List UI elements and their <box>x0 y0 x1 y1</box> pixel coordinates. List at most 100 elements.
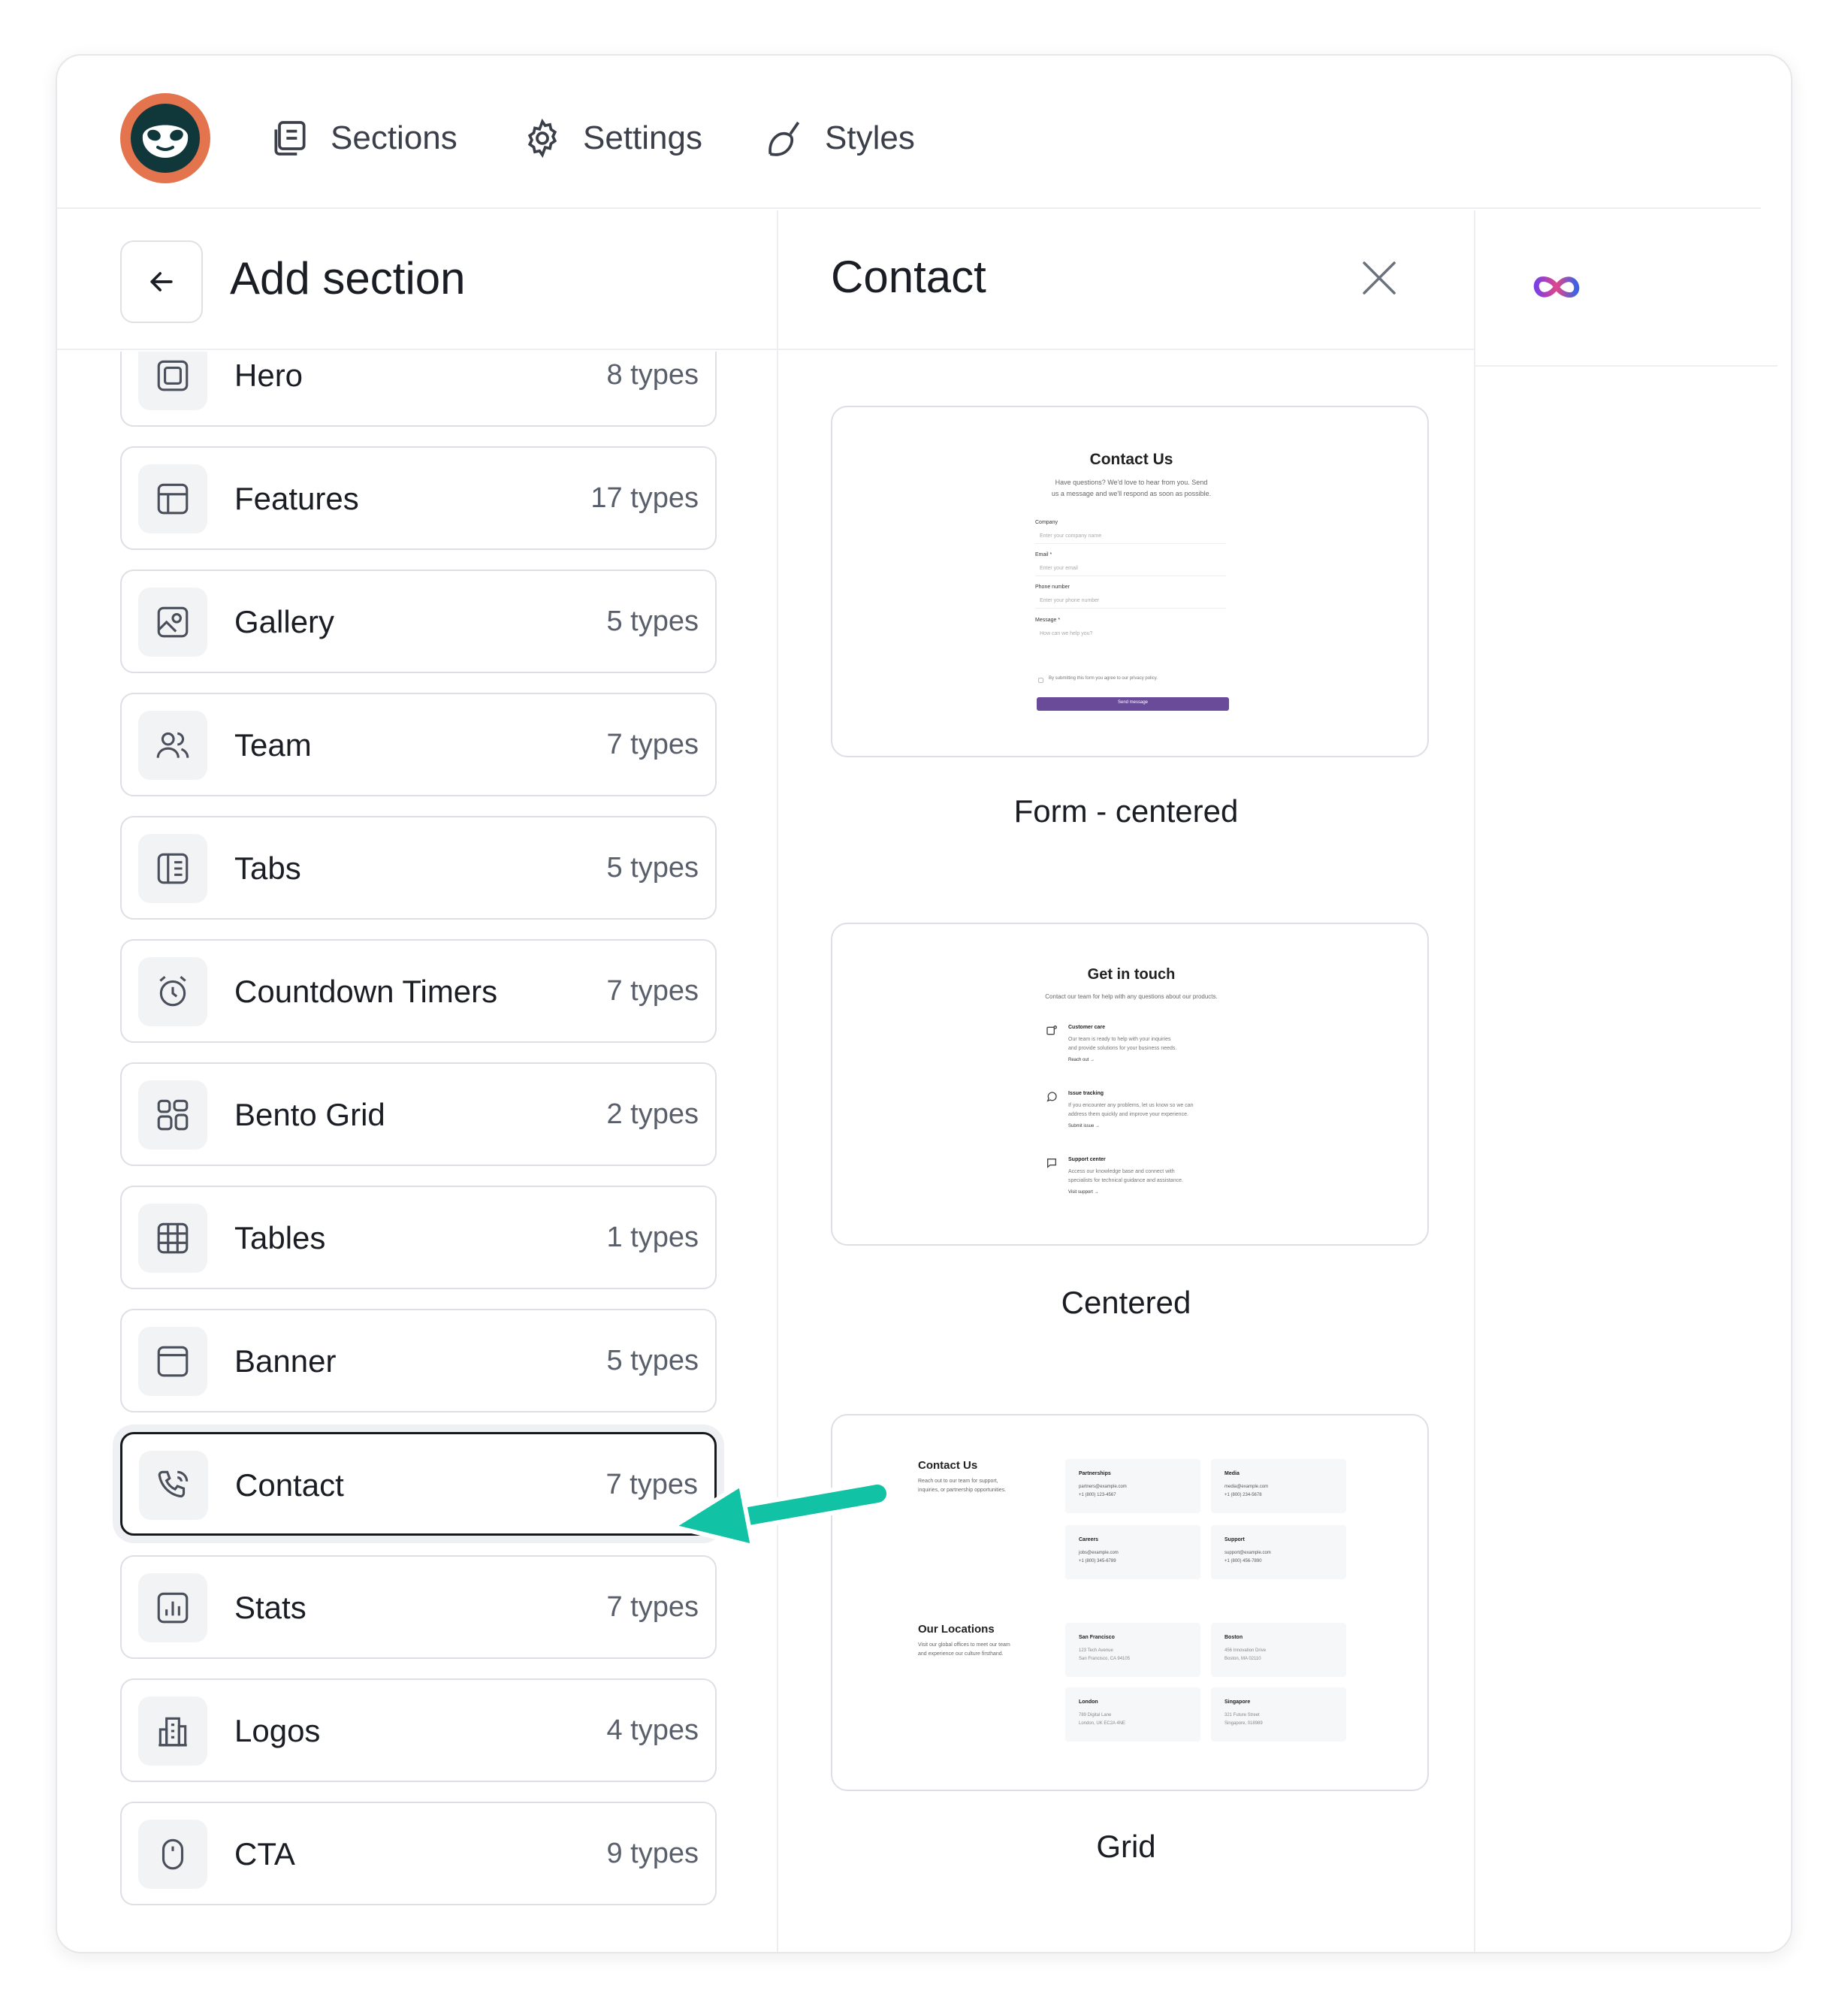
app-window: Sections Settings Styles Add section Her <box>56 54 1792 1953</box>
customer-care-icon <box>1046 1026 1057 1035</box>
panel-divider <box>777 210 778 1952</box>
close-icon[interactable] <box>1357 255 1402 301</box>
card-title: Singapore <box>1224 1699 1251 1705</box>
preview-centered[interactable]: Get in touch Contact our team for help w… <box>831 923 1429 1246</box>
section-card-count: 5 types <box>606 606 699 637</box>
section-card-count: 8 types <box>606 359 699 391</box>
section-card-label: Logos <box>234 1713 321 1748</box>
building-icon <box>159 1717 187 1747</box>
panel-divider <box>1474 210 1475 1952</box>
send-message-label: Send message <box>1117 700 1149 705</box>
section-card-tables[interactable]: Tables 1 types <box>120 1186 717 1289</box>
card-line: jobs@example.com <box>1079 1551 1119 1555</box>
section-card-label: Tabs <box>234 850 301 886</box>
nav-sections[interactable]: Sections <box>269 110 457 167</box>
item-desc: and provide solutions for your business … <box>1068 1046 1177 1051</box>
item-title: Issue tracking <box>1068 1091 1104 1096</box>
section-card-label: Banner <box>234 1343 337 1379</box>
nav-styles[interactable]: Styles <box>763 110 915 167</box>
preview-subtitle: Have questions? We'd love to hear from y… <box>1055 479 1208 486</box>
section-card-bento-grid[interactable]: Bento Grid 2 types <box>120 1062 717 1166</box>
preview-desc: Reach out to our team for support, <box>918 1479 998 1484</box>
item-desc: Access our knowledge base and connect wi… <box>1068 1169 1175 1174</box>
section-card-label: Stats <box>234 1590 306 1625</box>
card-line: 789 Digital Lane <box>1079 1713 1112 1717</box>
issue-tracking-icon <box>1046 1092 1057 1102</box>
preview-desc: and experience our culture firsthand. <box>918 1651 1004 1657</box>
layout-icon <box>157 483 189 515</box>
item-desc: address them quickly and improve your ex… <box>1068 1112 1188 1117</box>
section-card-gallery[interactable]: Gallery 5 types <box>120 569 717 673</box>
app-logo[interactable] <box>120 93 210 183</box>
preview-heading: Contact Us <box>918 1459 978 1472</box>
section-card-stats[interactable]: Stats 7 types <box>120 1555 717 1659</box>
banner-icon <box>157 1346 189 1377</box>
preview-subtitle: Contact our team for help with any quest… <box>1045 993 1218 1000</box>
card-line: support@example.com <box>1224 1551 1271 1555</box>
card-line: 321 Future Street <box>1224 1713 1260 1717</box>
preview-desc: inquiries, or partnership opportunities. <box>918 1488 1007 1493</box>
preview-subtitle: us a message and we'll respond as soon a… <box>1051 490 1212 497</box>
section-card-count: 7 types <box>606 975 699 1007</box>
section-card-label: Bento Grid <box>234 1097 385 1132</box>
contact-grid-card: Partnerships partners@example.com +1 (80… <box>1065 1459 1200 1513</box>
sloth-logo-icon <box>142 125 189 158</box>
preview-grid[interactable]: Contact Us Reach out to our team for sup… <box>831 1414 1429 1791</box>
contact-grid-card: Media media@example.com +1 (800) 234-567… <box>1211 1459 1346 1513</box>
card-line: partners@example.com <box>1079 1485 1127 1489</box>
section-list[interactable]: Hero 8 types Features 17 types Gallery 5… <box>57 352 777 1952</box>
section-card-team[interactable]: Team 7 types <box>120 693 717 796</box>
tabs-icon <box>157 853 189 884</box>
field-placeholder: How can we help you? <box>1040 631 1093 636</box>
field-label: Phone number <box>1035 585 1070 590</box>
section-card-features[interactable]: Features 17 types <box>120 446 717 550</box>
section-card-contact[interactable]: Contact 7 types <box>120 1432 717 1536</box>
section-card-count: 1 types <box>606 1222 699 1253</box>
card-title: Partnerships <box>1079 1471 1111 1476</box>
image-icon <box>157 606 189 638</box>
card-title: Careers <box>1079 1537 1099 1542</box>
preview-caption: Grid <box>1096 1829 1156 1864</box>
card-line: media@example.com <box>1224 1485 1269 1489</box>
section-card-banner[interactable]: Banner 5 types <box>120 1309 717 1412</box>
card-line: +1 (800) 456-7890 <box>1224 1559 1262 1563</box>
section-card-tabs[interactable]: Tabs 5 types <box>120 816 717 920</box>
hero-icon <box>157 360 189 391</box>
section-card-cta[interactable]: CTA 9 types <box>120 1802 717 1905</box>
section-card-count: 4 types <box>606 1714 699 1746</box>
field-label: Message * <box>1035 618 1061 623</box>
nav-styles-label: Styles <box>825 119 915 156</box>
preview-heading: Get in touch <box>1087 966 1176 983</box>
card-line: +1 (800) 345-6789 <box>1079 1559 1116 1563</box>
section-card-label: Countdown Timers <box>234 974 498 1009</box>
field-placeholder: Enter your company name <box>1040 533 1102 539</box>
mouse-icon <box>162 1838 184 1870</box>
card-title: Boston <box>1224 1635 1243 1640</box>
panel-title: Add section <box>230 253 466 304</box>
grid-icon <box>157 1099 189 1131</box>
nav-settings[interactable]: Settings <box>521 110 702 167</box>
section-card-hero[interactable]: Hero 8 types <box>120 352 717 427</box>
card-line: Singapore, 018989 <box>1224 1721 1263 1726</box>
gear-icon <box>527 118 557 159</box>
section-card-logos[interactable]: Logos 4 types <box>120 1678 717 1782</box>
support-center-icon <box>1047 1159 1056 1168</box>
users-icon <box>156 732 189 758</box>
consent-text: By submitting this form you agree to our… <box>1049 676 1158 681</box>
card-title: San Francisco <box>1079 1635 1115 1640</box>
arrow-left-icon <box>150 272 173 292</box>
field-label: Company <box>1035 520 1058 525</box>
section-card-countdown-timers[interactable]: Countdown Timers 7 types <box>120 939 717 1043</box>
preview-form-centered[interactable]: Contact Us Have questions? We'd love to … <box>831 406 1429 757</box>
item-title: Support center <box>1068 1157 1106 1162</box>
infinity-logo-icon[interactable] <box>1531 270 1582 304</box>
sections-icon <box>274 121 306 156</box>
card-line: +1 (800) 234-5678 <box>1224 1493 1262 1497</box>
card-line: San Francisco, CA 94105 <box>1079 1657 1131 1661</box>
item-link: Submit issue → <box>1068 1124 1101 1128</box>
section-card-label: Gallery <box>234 604 335 639</box>
section-card-label: Tables <box>234 1220 326 1255</box>
back-button[interactable] <box>120 240 203 323</box>
add-section-header: Add section <box>57 210 778 350</box>
field-placeholder: Enter your email <box>1040 566 1078 571</box>
